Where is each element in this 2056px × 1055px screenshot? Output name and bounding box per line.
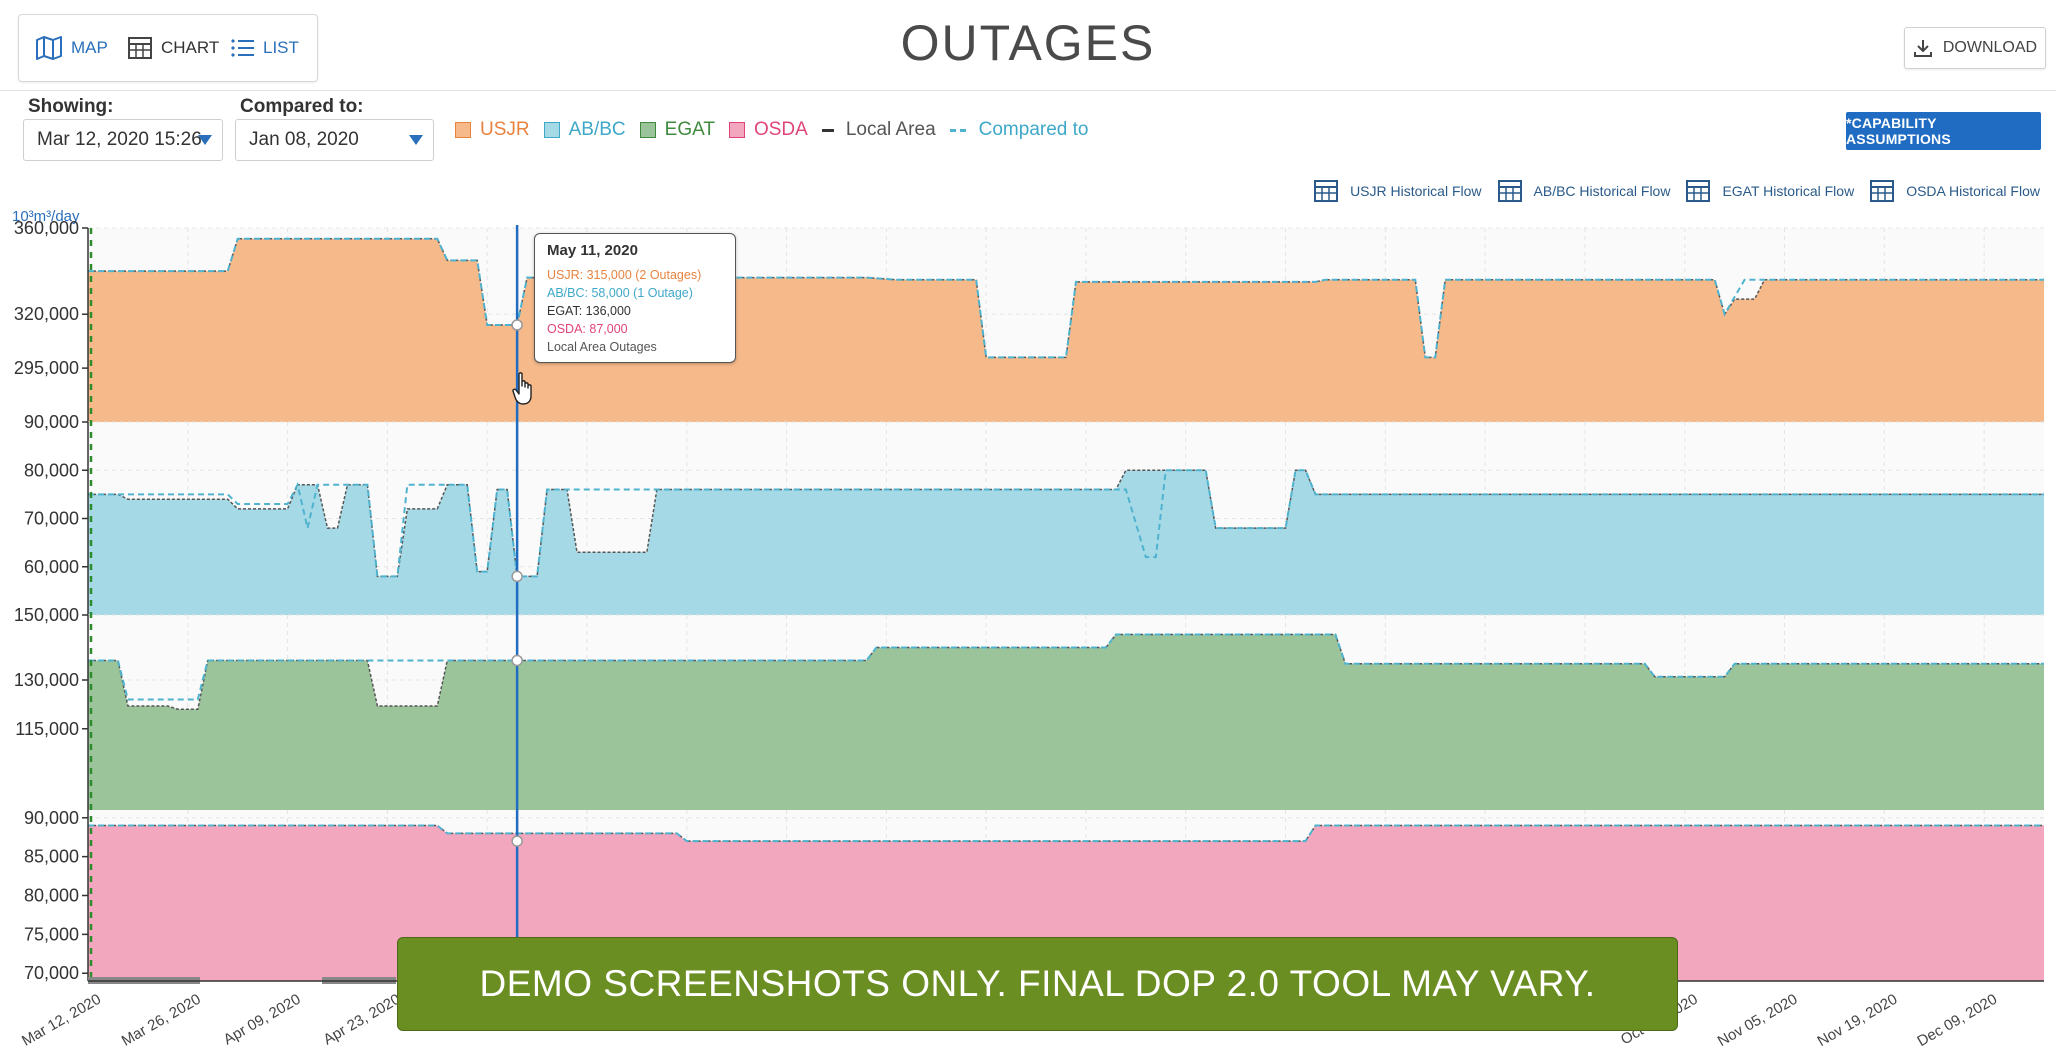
y-tick-label: 70,000: [24, 963, 79, 983]
y-tick-label: 150,000: [14, 605, 79, 625]
y-tick-label: 70,000: [24, 509, 79, 529]
y-tick-label: 75,000: [24, 924, 79, 944]
tooltip-egat: EGAT: 136,000: [547, 304, 631, 318]
y-tick-label: 85,000: [24, 847, 79, 867]
x-tick-label: Apr 09, 2020: [221, 991, 304, 1049]
demo-banner: DEMO SCREENSHOTS ONLY. FINAL DOP 2.0 TOO…: [397, 937, 1678, 1031]
hover-point: [511, 835, 523, 847]
chart-tooltip: May 11, 2020 USJR: 315,000 (2 Outages) A…: [534, 233, 736, 363]
y-tick-label: 90,000: [24, 412, 79, 432]
tooltip-abbc: AB/BC: 58,000 (1 Outage): [547, 286, 693, 300]
hover-point: [511, 319, 523, 331]
x-tick-label: Nov 19, 2020: [1815, 991, 1901, 1050]
tooltip-date: May 11, 2020: [547, 242, 638, 259]
hand-cursor-icon: [512, 372, 532, 405]
tooltip-usjr: USJR: 315,000 (2 Outages): [547, 268, 702, 282]
y-tick-label: 320,000: [14, 304, 79, 324]
y-tick-label: 80,000: [24, 886, 79, 906]
x-tick-label: Mar 26, 2020: [119, 991, 204, 1050]
x-tick-label: Nov 05, 2020: [1715, 991, 1801, 1050]
y-tick-label: 90,000: [24, 808, 79, 828]
y-tick-label: 295,000: [14, 358, 79, 378]
x-tick-label: Mar 12, 2020: [19, 991, 104, 1050]
outages-chart: 360,000 320,000 295,000 90,000 80,000 70,000 6…: [14, 218, 2044, 1050]
x-tick-label: Dec 09, 2020: [1914, 991, 2000, 1050]
hover-point: [511, 654, 523, 667]
hover-point: [511, 570, 523, 583]
y-tick-label: 360,000: [14, 218, 79, 238]
x-tick-label: Apr 23, 2020: [320, 991, 403, 1049]
y-tick-label: 115,000: [15, 719, 79, 739]
y-tick-label: 130,000: [14, 670, 79, 690]
tooltip-osda: OSDA: 87,000: [547, 322, 628, 336]
y-tick-label: 60,000: [24, 557, 79, 577]
tooltip-local: Local Area Outages: [547, 340, 657, 354]
y-tick-label: 80,000: [24, 460, 79, 480]
